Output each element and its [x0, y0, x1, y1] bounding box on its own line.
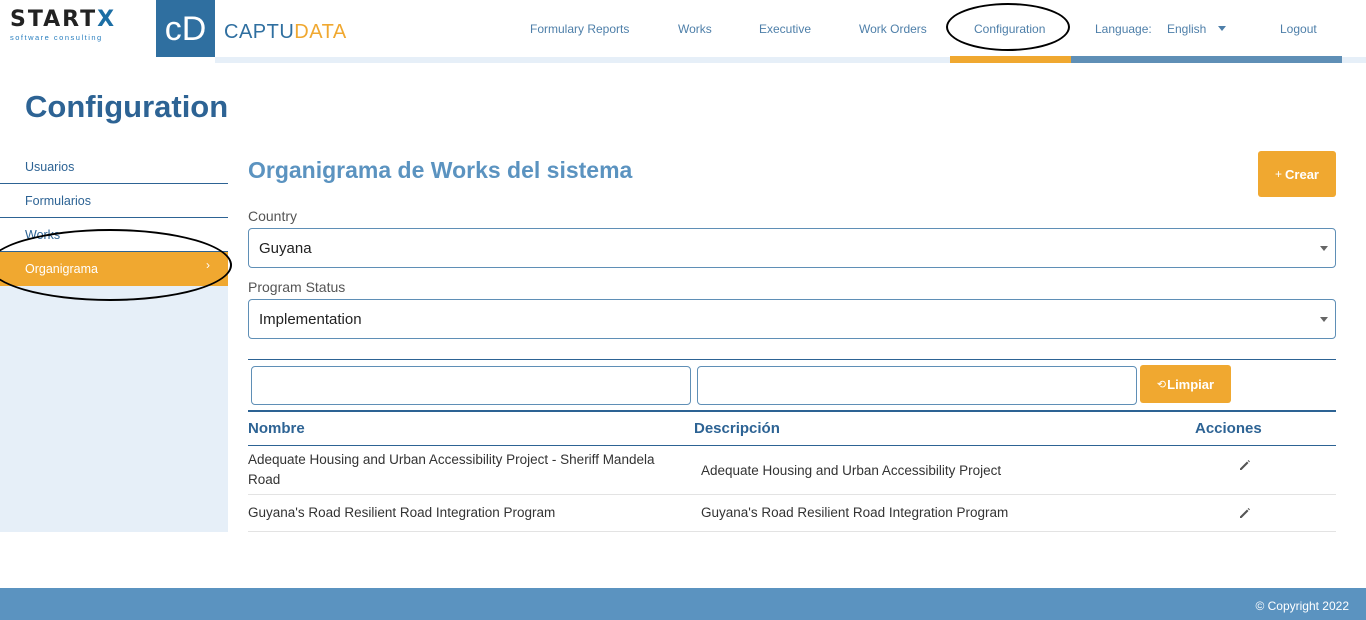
- nav-configuration[interactable]: Configuration: [974, 21, 1045, 37]
- sidebar-item-label: Formularios: [25, 194, 91, 208]
- sidebar-item-usuarios[interactable]: Usuarios: [0, 150, 228, 184]
- language-select[interactable]: English: [1167, 21, 1206, 37]
- section-title: Organigrama de Works del sistema: [248, 157, 633, 183]
- refresh-icon: ⟲: [1156, 378, 1167, 391]
- nav-works[interactable]: Works: [678, 21, 712, 37]
- name-filter-input[interactable]: [251, 366, 691, 405]
- chevron-right-icon: ›: [206, 258, 210, 272]
- column-header-acciones: Acciones: [1195, 420, 1262, 437]
- sidebar: Usuarios Formularios Works Organigrama ›: [0, 150, 228, 532]
- footer: © Copyright 2022: [0, 588, 1366, 620]
- create-button[interactable]: + Crear: [1258, 151, 1336, 197]
- nav-formulary-reports[interactable]: Formulary Reports: [530, 21, 629, 37]
- program-status-select[interactable]: Implementation: [248, 299, 1336, 339]
- captudata-mark-logo: cD: [156, 0, 215, 57]
- description-filter-input[interactable]: [697, 366, 1137, 405]
- program-status-value: Implementation: [259, 311, 362, 328]
- sidebar-item-works[interactable]: Works: [0, 218, 228, 252]
- page-title: Configuration: [25, 89, 229, 124]
- sidebar-item-label: Organigrama: [25, 262, 98, 276]
- clear-filters-button[interactable]: ⟲ Limpiar: [1140, 365, 1231, 403]
- country-label: Country: [248, 208, 298, 224]
- sidebar-item-label: Usuarios: [25, 160, 75, 174]
- language-label: Language:: [1095, 22, 1152, 36]
- svg-text:cD: cD: [165, 10, 207, 48]
- country-value: Guyana: [259, 240, 312, 257]
- startx-logo: STARTX software consulting: [10, 7, 117, 43]
- country-select[interactable]: Guyana: [248, 228, 1336, 268]
- cell-descripcion: Guyana's Road Resilient Road Integration…: [701, 505, 1009, 520]
- cell-nombre: Guyana's Road Resilient Road Integration…: [248, 505, 556, 520]
- cell-descripcion: Adequate Housing and Urban Accessibility…: [701, 463, 1002, 478]
- caret-down-icon[interactable]: [1218, 26, 1226, 31]
- sidebar-item-organigrama[interactable]: Organigrama ›: [0, 252, 228, 286]
- logout-link[interactable]: Logout: [1280, 21, 1317, 37]
- nav-executive[interactable]: Executive: [759, 21, 811, 37]
- column-header-nombre[interactable]: Nombre: [248, 420, 305, 437]
- caret-down-icon: [1320, 246, 1328, 251]
- divider: [248, 410, 1336, 412]
- nav-underline: [1071, 56, 1342, 63]
- divider: [248, 359, 1336, 360]
- copyright-text: © Copyright 2022: [1255, 599, 1349, 613]
- top-header: STARTX software consulting cD CAPTUDATA …: [0, 0, 1366, 63]
- table-row: Guyana's Road Resilient Road Integration…: [248, 495, 1336, 532]
- active-nav-indicator: [950, 56, 1071, 63]
- captudata-logo: CAPTUDATA: [224, 21, 347, 43]
- sidebar-item-formularios[interactable]: Formularios: [0, 184, 228, 218]
- caret-down-icon: [1320, 317, 1328, 322]
- program-status-label: Program Status: [248, 279, 346, 295]
- cell-nombre: Adequate Housing and Urban Accessibility…: [248, 452, 655, 487]
- pencil-icon[interactable]: [1238, 458, 1252, 472]
- table-row: Adequate Housing and Urban Accessibility…: [248, 446, 1336, 495]
- sidebar-item-label: Works: [25, 228, 61, 242]
- nav-work-orders[interactable]: Work Orders: [859, 21, 927, 37]
- column-header-descripcion[interactable]: Descripción: [694, 420, 780, 437]
- plus-icon: +: [1275, 167, 1283, 181]
- pencil-icon[interactable]: [1238, 506, 1252, 520]
